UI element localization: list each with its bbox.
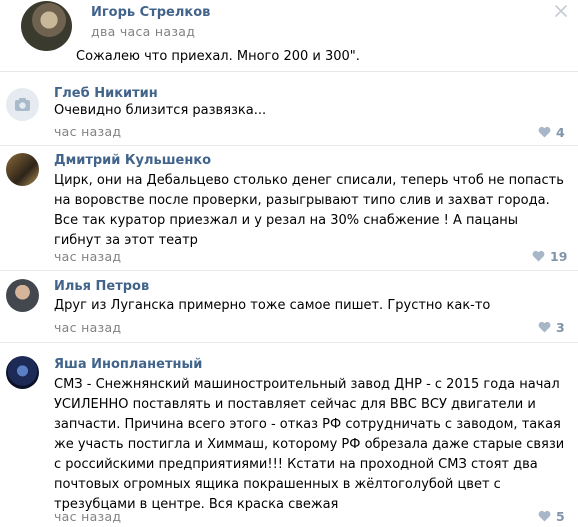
heart-icon (538, 321, 551, 333)
comment-author[interactable]: Илья Петров (54, 279, 149, 294)
like-count: 5 (556, 508, 565, 524)
avatar[interactable] (6, 279, 39, 312)
comment-timestamp[interactable]: час назад (54, 320, 121, 335)
like-count: 3 (556, 319, 565, 335)
comment-timestamp[interactable]: час назад (54, 124, 121, 139)
comment-author[interactable]: Дмитрий Кульшенко (54, 153, 211, 168)
like-button[interactable]: 5 (538, 508, 565, 524)
post-text: Сожалею что приехал. Много 200 и 300". (76, 49, 360, 64)
comment-text: Очевидно близится развязка... (54, 103, 267, 118)
comment-text: СМЗ - Снежнянский машиностроительный зав… (54, 377, 565, 512)
comment-timestamp[interactable]: час назад (54, 509, 121, 524)
like-button[interactable]: 3 (538, 319, 565, 335)
post-timestamp[interactable]: два часа назад (91, 24, 195, 39)
post-author-avatar[interactable] (21, 1, 72, 51)
avatar[interactable] (6, 88, 39, 121)
comment-timestamp[interactable]: час назад (54, 249, 121, 264)
post: Игорь Стрелков два часа назад Сожалею чт… (0, 0, 578, 80)
divider (0, 71, 578, 72)
heart-icon (538, 126, 551, 138)
divider (0, 342, 578, 343)
like-button[interactable]: 4 (538, 124, 565, 140)
divider (0, 270, 578, 271)
like-count: 4 (556, 124, 565, 140)
close-icon[interactable] (554, 4, 568, 18)
comment-text: Цирк, они на Дебальцево столько денег сп… (54, 173, 564, 248)
post-author-name[interactable]: Игорь Стрелков (91, 5, 210, 20)
like-button[interactable]: 19 (532, 248, 567, 264)
comment-author[interactable]: Глеб Никитин (54, 86, 158, 101)
camera-icon (15, 98, 30, 111)
heart-icon (538, 510, 551, 522)
avatar[interactable] (6, 356, 39, 389)
avatar[interactable] (6, 153, 39, 186)
comment-author[interactable]: Яша Инопланетный (54, 357, 202, 372)
like-count: 19 (550, 248, 568, 264)
divider (0, 145, 578, 146)
heart-icon (532, 250, 545, 262)
comment-text: Друг из Луганска примерно тоже самое пиш… (54, 298, 491, 313)
